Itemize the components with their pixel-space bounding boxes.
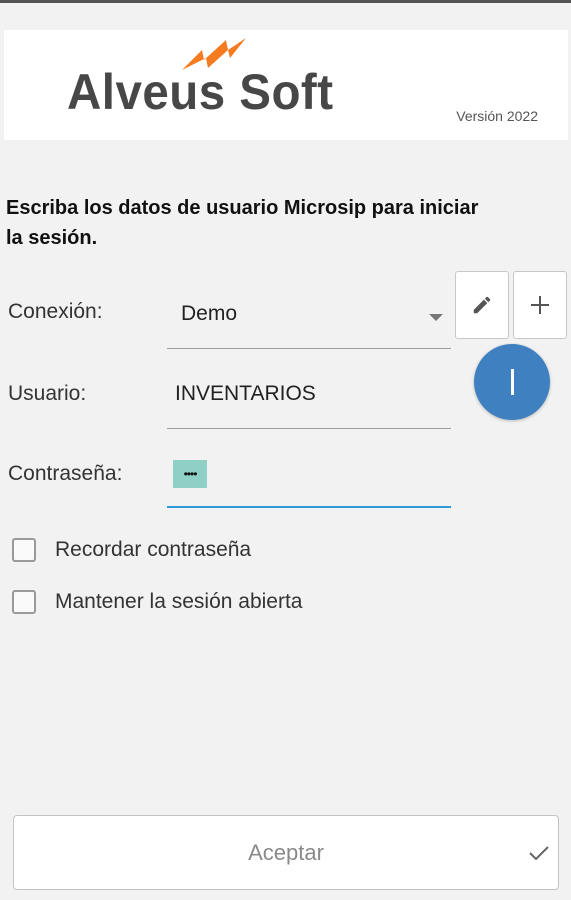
plus-icon (531, 296, 549, 314)
remember-password-option[interactable]: Recordar contraseña (12, 538, 251, 562)
i-icon (510, 369, 514, 395)
keep-session-checkbox[interactable] (12, 590, 36, 614)
logo-banner: Alveus Soft Versión 2022 (4, 30, 568, 140)
remember-password-checkbox[interactable] (12, 538, 36, 562)
user-value: INVENTARIOS (175, 382, 316, 405)
connection-label: Conexión: (8, 300, 103, 323)
check-icon (529, 846, 549, 861)
user-label: Usuario: (8, 382, 87, 405)
user-field[interactable]: INVENTARIOS (167, 374, 451, 429)
accept-label: Aceptar (248, 840, 324, 865)
connection-select[interactable]: Demo (167, 290, 451, 349)
instruction-text: Escriba los datos de usuario Microsip pa… (6, 197, 479, 249)
pencil-icon (473, 296, 491, 314)
version-label: Versión 2022 (456, 108, 538, 124)
remember-password-label: Recordar contraseña (55, 538, 252, 561)
keep-session-option[interactable]: Mantener la sesión abierta (12, 590, 302, 614)
connection-value: Demo (181, 302, 238, 325)
logo-text: Alveus Soft (67, 64, 334, 120)
accept-button[interactable]: Aceptar (13, 815, 559, 890)
add-connection-button[interactable] (513, 271, 567, 339)
password-label: Contraseña: (8, 462, 123, 485)
keep-session-label: Mantener la sesión abierta (55, 590, 303, 613)
password-field[interactable]: •••• (167, 454, 451, 508)
info-fab-button[interactable] (474, 344, 550, 420)
password-mask: •••• (173, 460, 207, 488)
edit-connection-button[interactable] (455, 271, 509, 339)
chevron-down-icon (429, 314, 443, 321)
top-border (0, 0, 571, 3)
